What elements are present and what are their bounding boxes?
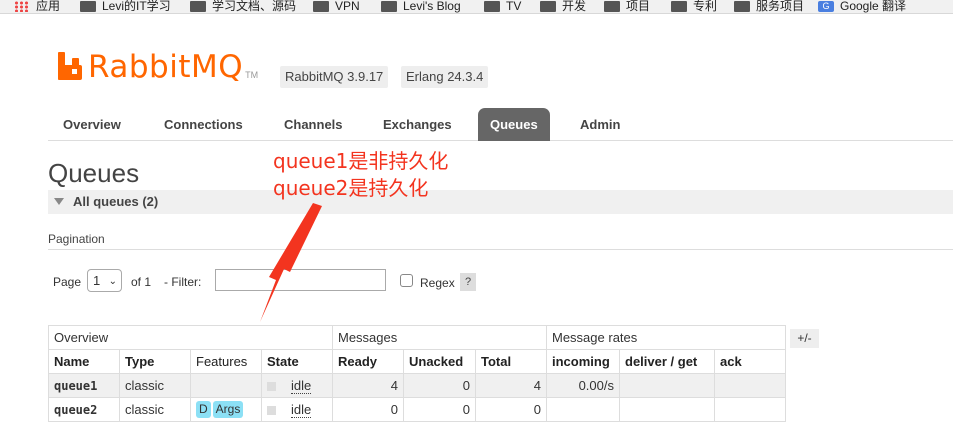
- folder-icon: [671, 0, 687, 12]
- col-name[interactable]: Name: [48, 349, 120, 374]
- google-translate-icon: G: [818, 0, 834, 12]
- folder-icon: [604, 0, 620, 12]
- logo-text: RabbitMQ: [88, 49, 244, 85]
- bookmark-blog[interactable]: Levi's Blog: [381, 0, 461, 13]
- column-group-row: Overview Messages Message rates: [48, 325, 786, 350]
- divider: [48, 249, 953, 250]
- filter-label: - Filter:: [164, 275, 202, 289]
- pagination-controls: Page 1 ⌄ of 1 - Filter: Regex ?: [48, 269, 508, 293]
- of-pages-label: of 1: [131, 275, 152, 289]
- rabbitmq-logo-icon: [58, 52, 82, 80]
- apps-icon: [14, 0, 30, 12]
- folder-icon: [540, 0, 556, 12]
- total-count: 0: [475, 397, 547, 422]
- main-tabs: Overview Connections Channels Exchanges …: [48, 108, 953, 141]
- queue-state: idle: [261, 373, 333, 398]
- col-state[interactable]: State: [261, 349, 333, 374]
- col-unacked[interactable]: Unacked: [403, 349, 476, 374]
- table-row: queue2 classic D Args idle 0 0 0: [48, 397, 786, 422]
- col-total[interactable]: Total: [475, 349, 547, 374]
- arrow-shape: [260, 203, 322, 322]
- queue-type: classic: [119, 373, 191, 398]
- durable-badge: D: [196, 401, 211, 418]
- tab-exchanges[interactable]: Exchanges: [371, 108, 464, 141]
- col-incoming[interactable]: incoming: [546, 349, 620, 374]
- annotation-line-2: queue2是持久化: [273, 176, 429, 200]
- folder-icon: [313, 0, 329, 12]
- incoming-rate: 0.00/s: [546, 373, 620, 398]
- args-badge: Args: [212, 401, 244, 418]
- filter-input[interactable]: [215, 269, 386, 291]
- folder-icon: [484, 0, 500, 12]
- bookmark-vpn[interactable]: VPN: [313, 0, 360, 13]
- group-overview: Overview: [48, 325, 333, 350]
- bookmark-services[interactable]: 服务项目: [734, 0, 804, 13]
- folder-icon: [734, 0, 750, 12]
- folder-icon: [190, 0, 206, 12]
- queue-name-link[interactable]: queue1: [48, 373, 120, 398]
- page-select[interactable]: 1 ⌄: [87, 269, 122, 292]
- tab-channels[interactable]: Channels: [272, 108, 355, 141]
- chevron-down-icon: ⌄: [108, 276, 117, 287]
- col-type[interactable]: Type: [119, 349, 191, 374]
- all-queues-section-toggle[interactable]: All queues (2): [48, 190, 953, 214]
- tab-admin[interactable]: Admin: [568, 108, 632, 141]
- bookmarks-bar: 应用 Levi的IT学习 学习文档、源码 VPN Levi's Blog TV …: [0, 0, 953, 14]
- bookmark-docs[interactable]: 学习文档、源码: [190, 0, 296, 13]
- queues-table: Overview Messages Message rates Name Typ…: [48, 325, 786, 422]
- bookmark-tv[interactable]: TV: [484, 0, 521, 13]
- bookmark-apps[interactable]: 应用: [14, 0, 60, 13]
- state-indicator-icon: [267, 406, 276, 416]
- incoming-rate: [546, 397, 620, 422]
- col-features: Features: [190, 349, 262, 374]
- collapse-triangle-icon: [54, 198, 64, 205]
- folder-icon: [80, 0, 96, 12]
- unacked-count: 0: [403, 373, 476, 398]
- rabbitmq-version: RabbitMQ 3.9.17: [280, 66, 389, 88]
- page-label: Page: [53, 275, 82, 289]
- col-ack[interactable]: ack: [714, 349, 786, 374]
- bookmark-patents[interactable]: 专利: [671, 0, 717, 13]
- column-header-row: Name Type Features State Ready Unacked T…: [48, 349, 786, 374]
- erlang-version: Erlang 24.3.4: [401, 66, 489, 88]
- ready-count: 0: [332, 397, 404, 422]
- toggle-columns-button[interactable]: +/-: [790, 329, 819, 348]
- queue-name-link[interactable]: queue2: [48, 397, 120, 422]
- unacked-count: 0: [403, 397, 476, 422]
- tab-connections[interactable]: Connections: [152, 108, 255, 141]
- tab-overview[interactable]: Overview: [51, 108, 133, 141]
- regex-help-button[interactable]: ?: [460, 273, 476, 291]
- state-indicator-icon: [267, 382, 276, 392]
- annotation-text: queue1是非持久化 queue2是持久化: [273, 148, 448, 202]
- regex-checkbox[interactable]: [400, 274, 413, 287]
- page-title: Queues: [48, 158, 140, 188]
- bookmark-dev[interactable]: 开发: [540, 0, 586, 13]
- regex-label: Regex: [420, 276, 455, 290]
- pagination-title: Pagination: [48, 232, 105, 246]
- col-deliver-get[interactable]: deliver / get: [619, 349, 715, 374]
- ack-rate: [714, 373, 786, 398]
- folder-icon: [381, 0, 397, 12]
- bookmark-levi-it[interactable]: Levi的IT学习: [80, 0, 171, 13]
- logo-tm: TM: [245, 70, 259, 80]
- group-messages: Messages: [332, 325, 547, 350]
- bookmark-google-translate[interactable]: G Google 翻译: [818, 0, 906, 13]
- ready-count: 4: [332, 373, 404, 398]
- bookmark-projects[interactable]: 项目: [604, 0, 650, 13]
- rabbitmq-logo[interactable]: RabbitMQ TM: [58, 49, 259, 85]
- annotation-line-1: queue1是非持久化: [273, 149, 449, 173]
- queue-state: idle: [261, 397, 333, 422]
- deliver-get-rate: [619, 373, 715, 398]
- col-ready[interactable]: Ready: [332, 349, 404, 374]
- ack-rate: [714, 397, 786, 422]
- queue-type: classic: [119, 397, 191, 422]
- total-count: 4: [475, 373, 547, 398]
- tab-queues[interactable]: Queues: [478, 108, 550, 141]
- queue-features: [190, 373, 262, 398]
- section-label: All queues (2): [73, 194, 159, 209]
- table-row: queue1 classic idle 4 0 4 0.00/s: [48, 373, 786, 398]
- group-message-rates: Message rates: [546, 325, 786, 350]
- queue-features: D Args: [190, 397, 262, 422]
- deliver-get-rate: [619, 397, 715, 422]
